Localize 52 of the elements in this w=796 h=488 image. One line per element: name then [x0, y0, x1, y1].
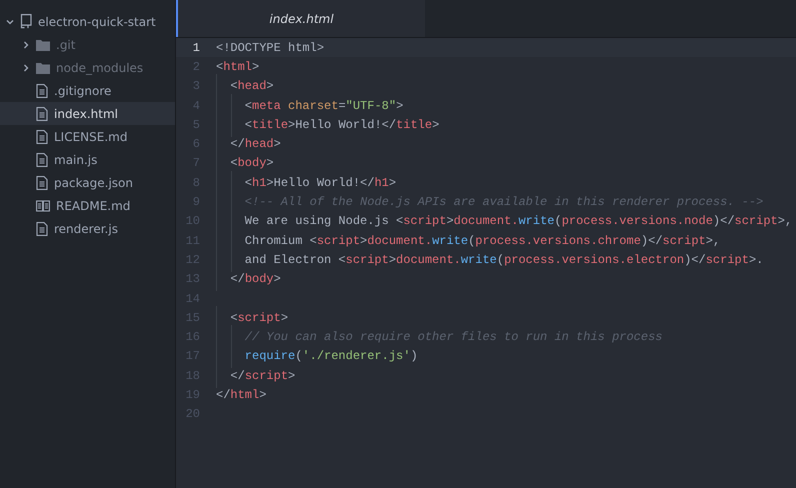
tree-item[interactable]: index.html: [0, 102, 175, 125]
tree-item-label: renderer.js: [54, 220, 118, 238]
tree-item[interactable]: .gitignore: [0, 79, 175, 102]
code-line: </html>: [216, 386, 266, 404]
tree-item-label: README.md: [56, 198, 130, 214]
project-name[interactable]: electron-quick-start: [38, 12, 156, 30]
tree-item-label: node_modules: [56, 60, 144, 76]
file-icon: [36, 176, 48, 190]
code-line: </script>: [216, 366, 296, 385]
tree-item[interactable]: LICENSE.md: [0, 125, 175, 148]
file-icon: [36, 84, 48, 98]
code-line: <!DOCTYPE html>: [216, 40, 324, 57]
tree-item[interactable]: README.md: [0, 194, 175, 217]
code-line: We are using Node.js <script>document.write(process.versions.node)</script>,: [216, 212, 792, 230]
tree-item-label: .git: [56, 36, 76, 54]
book-icon: [36, 200, 50, 212]
tree-item[interactable]: node_modules: [0, 56, 175, 79]
tree-item-label: package.json: [54, 174, 134, 192]
chevron-right-icon[interactable]: [22, 64, 30, 72]
file-icon: [36, 222, 48, 236]
code-line: <title>Hello World!</title>: [216, 116, 440, 134]
tree-item[interactable]: .git: [0, 33, 175, 56]
code-line: <head>: [216, 77, 274, 96]
line-number: 1: [192, 40, 201, 57]
code-line: </body>: [216, 270, 281, 288]
code-line: // You can also require other files to run in this process: [216, 328, 662, 346]
tree-item-label: main.js: [54, 152, 98, 168]
code-line: </head>: [216, 135, 281, 154]
code-line: and Electron <script>document.write(process.versions.electron)</script>.: [216, 250, 764, 269]
file-icon: [36, 106, 48, 120]
tree-item-label: .gitignore: [54, 82, 112, 100]
tree-item[interactable]: main.js: [0, 148, 175, 171]
file-icon: [36, 152, 48, 166]
code-line: <meta charset="UTF-8">: [216, 96, 404, 115]
code-line: Chromium <script>document.write(process.versions.chrome)</script>,: [216, 232, 720, 250]
folder-icon: [36, 62, 50, 74]
code-line: <html>: [216, 58, 260, 76]
tree-item[interactable]: package.json: [0, 171, 175, 194]
folder-icon: [36, 38, 50, 50]
tree-item[interactable]: renderer.js: [0, 217, 175, 240]
editor-tab[interactable]: index.html: [176, 0, 425, 37]
code-line: <h1>Hello World!</h1>: [216, 174, 396, 192]
chevron-right-icon[interactable]: [22, 40, 30, 48]
code-line: <script>: [216, 308, 288, 327]
chevron-down-icon[interactable]: [6, 18, 14, 26]
tree-item-label: index.html: [54, 106, 118, 122]
code-line: <!-- All of the Node.js APIs are available in this renderer process. -->: [216, 193, 764, 212]
tree-item-label: LICENSE.md: [54, 128, 128, 146]
code-line: <body>: [216, 154, 274, 172]
repo-icon: [20, 14, 32, 29]
file-icon: [36, 130, 48, 144]
code-line: require('./renderer.js'): [216, 347, 418, 366]
